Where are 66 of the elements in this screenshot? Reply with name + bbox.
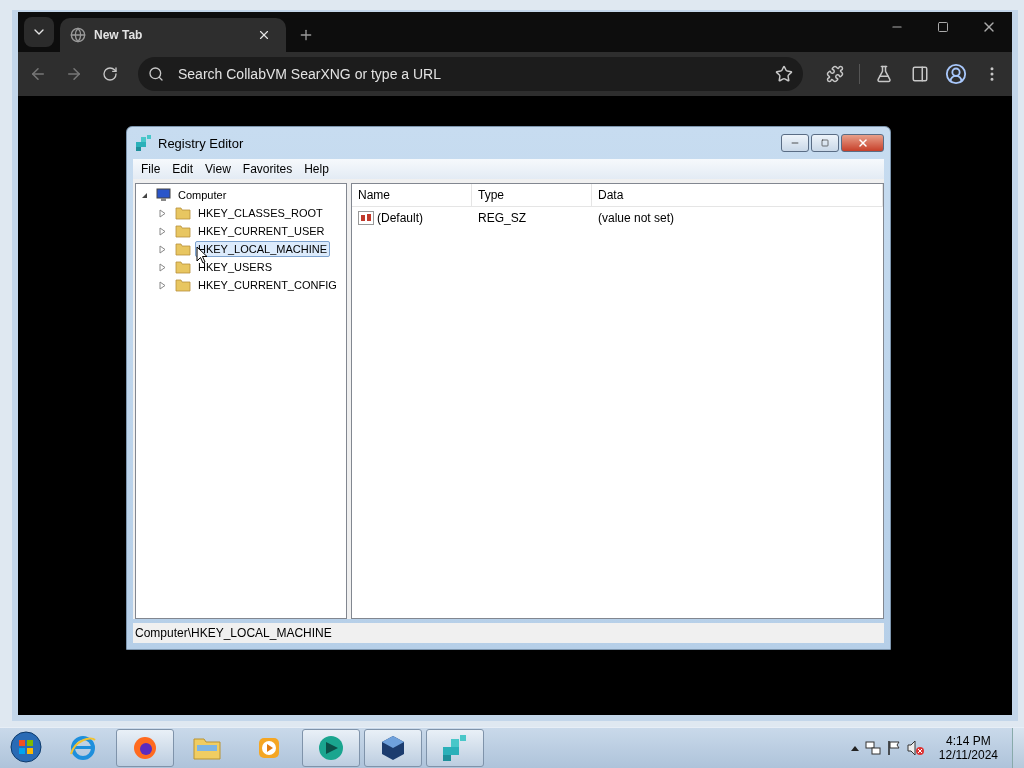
show-hidden-icons-icon[interactable]: [850, 745, 859, 751]
close-icon: [257, 28, 271, 42]
taskbar-app-button[interactable]: [116, 729, 174, 767]
column-header[interactable]: Data: [592, 184, 883, 206]
time-text: 4:14 PM: [946, 734, 991, 748]
folder-icon: [175, 260, 191, 274]
browser-tab[interactable]: New Tab: [60, 18, 286, 52]
tree-item[interactable]: HKEY_LOCAL_MACHINE: [195, 241, 330, 257]
address-bar[interactable]: Search CollabVM SearXNG or type a URL: [138, 57, 803, 91]
column-header[interactable]: Type: [472, 184, 592, 206]
tab-list-button[interactable]: [24, 17, 54, 47]
flag-icon[interactable]: [886, 740, 901, 756]
e-logo-icon: [69, 734, 97, 762]
folder-icon: [175, 224, 191, 238]
clock[interactable]: 4:14 PM 12/11/2024: [930, 734, 1006, 762]
tree-item[interactable]: HKEY_CLASSES_ROOT: [195, 205, 326, 221]
globe-icon: [70, 27, 86, 43]
fox-globe-icon: [131, 734, 159, 762]
window-title: Registry Editor: [158, 135, 245, 151]
tab-title: New Tab: [94, 28, 144, 42]
expand-arrow-icon[interactable]: [158, 226, 167, 236]
taskbar-app-button[interactable]: [364, 729, 422, 767]
profile-icon[interactable]: [944, 62, 968, 86]
column-header[interactable]: Name: [352, 184, 472, 206]
expand-arrow-icon[interactable]: [158, 208, 167, 218]
plus-icon: [298, 27, 314, 43]
menu-item[interactable]: Favorites: [236, 162, 299, 176]
date-text: 12/11/2024: [938, 748, 998, 762]
forward-arrow-icon: [65, 65, 83, 83]
expand-arrow-icon[interactable]: [158, 280, 167, 290]
tree-item[interactable]: Computer: [175, 187, 230, 203]
close-icon: [856, 137, 869, 149]
maximize-icon: [821, 139, 829, 147]
expand-arrow-icon[interactable]: [158, 244, 167, 254]
blocks-icon: [135, 134, 153, 152]
folder-icon: [175, 206, 191, 220]
tree-item[interactable]: HKEY_USERS: [195, 259, 275, 275]
cube-icon: [379, 734, 407, 762]
star-icon[interactable]: [775, 65, 793, 83]
menu-item[interactable]: View: [199, 162, 237, 176]
play-circle-icon: [316, 733, 346, 763]
table-cell-text: REG_SZ: [477, 211, 527, 225]
string-value-icon: [358, 211, 374, 225]
play-icon: [256, 735, 282, 761]
maximize-button[interactable]: [811, 134, 839, 152]
value-name: (Default): [377, 211, 423, 225]
menu-item[interactable]: Edit: [166, 162, 200, 176]
close-button[interactable]: [841, 134, 884, 152]
tree-item[interactable]: HKEY_CURRENT_USER: [195, 223, 328, 239]
minimize-button[interactable]: [781, 134, 809, 152]
menu-item[interactable]: File: [135, 162, 167, 176]
computer-icon: [153, 188, 171, 202]
status-bar: Computer\HKEY_LOCAL_MACHINE: [133, 623, 884, 643]
reload-icon: [102, 66, 118, 82]
network-icon[interactable]: [864, 740, 881, 756]
search-icon: [148, 66, 164, 82]
tree-item[interactable]: HKEY_CURRENT_CONFIG: [195, 277, 340, 293]
table-cell-text: (value not set): [597, 211, 676, 225]
maximize-icon: [937, 21, 949, 33]
folder-icon: [175, 278, 191, 292]
folder-icon: [175, 242, 191, 256]
taskbar-app-button[interactable]: [302, 729, 360, 767]
expand-arrow-icon[interactable]: [158, 262, 167, 272]
muted-speaker-icon[interactable]: [906, 740, 925, 756]
menu-item[interactable]: Help: [298, 162, 335, 176]
folder-icon: [192, 735, 222, 761]
